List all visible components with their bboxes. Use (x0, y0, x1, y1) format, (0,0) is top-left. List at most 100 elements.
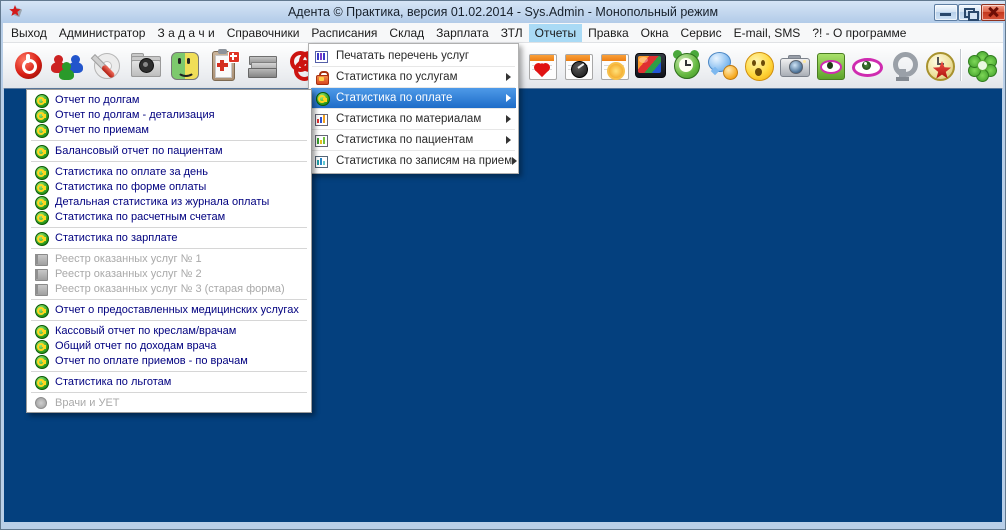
submenu-item-label: Статистика по льготам (55, 376, 171, 388)
submenu-item-label: Балансовый отчет по пациентам (55, 145, 223, 157)
menu-item-label: Статистика по пациентам (336, 134, 506, 146)
menu-windows[interactable]: Окна (635, 24, 675, 42)
alarm-star-button[interactable] (921, 47, 955, 84)
patients-chart-icon (315, 134, 328, 147)
submenu-item-payment-per-day[interactable]: Статистика по оплате за день (29, 164, 309, 179)
tv-button[interactable] (633, 47, 667, 84)
video-folder-icon (129, 49, 162, 82)
exit-button[interactable] (11, 47, 45, 84)
menu-item-label: Печатать перечень услуг (336, 50, 511, 62)
menu-about[interactable]: ?! - О программе (806, 24, 912, 42)
registry-book-icon (34, 282, 47, 295)
menu-schedules[interactable]: Расписания (305, 24, 383, 42)
menu-warehouse[interactable]: Склад (383, 24, 430, 42)
calendar-heart-icon (526, 49, 559, 82)
report-key-icon (34, 354, 47, 367)
submenu-item-balance-report[interactable]: Балансовый отчет по пациентам (29, 143, 309, 158)
chat-button[interactable] (705, 47, 739, 84)
menu-item-label: Статистика по услугам (336, 71, 506, 83)
menu-exit[interactable]: Выход (5, 24, 53, 42)
restore-button[interactable] (958, 4, 982, 21)
tools-button[interactable] (89, 47, 123, 84)
report-key-icon (34, 303, 47, 316)
icq-button[interactable] (965, 47, 999, 84)
titlebar[interactable]: Адента © Практика, версия 01.02.2014 - S… (1, 1, 1005, 23)
submenu-item-doctors-uet[interactable]: Врачи и УЕТ (29, 395, 309, 410)
medical-records-button[interactable] (206, 47, 240, 84)
window-title: Адента © Практика, версия 01.02.2014 - S… (1, 5, 1005, 19)
figures-icon (51, 49, 84, 82)
menu-administrator[interactable]: Администратор (53, 24, 152, 42)
payment-submenu: Отчет по долгам Отчет по долгам - детали… (26, 89, 312, 413)
minimize-button[interactable] (934, 4, 958, 21)
calendar-gauge-button[interactable] (561, 47, 595, 84)
submenu-item-label: Реестр оказанных услуг № 3 (старая форма… (55, 283, 285, 295)
submenu-item-visit-payment-by-doctor[interactable]: Отчет по оплате приемов - по врачам (29, 353, 309, 368)
emoji-button[interactable] (741, 47, 775, 84)
books-button[interactable] (245, 47, 279, 84)
menu-item-services-stats[interactable]: Статистика по услугам (311, 67, 516, 87)
medical-clipboard-icon (207, 49, 240, 82)
submenu-item-medical-services-report[interactable]: Отчет о предоставленных медицинских услу… (29, 302, 309, 317)
calendar-gauge-icon (562, 49, 595, 82)
submenu-item-registry-2[interactable]: Реестр оказанных услуг № 2 (29, 266, 309, 281)
calendar-sun-button[interactable] (597, 47, 631, 84)
submenu-item-payment-form[interactable]: Статистика по форме оплаты (29, 179, 309, 194)
submenu-item-debts-detail[interactable]: Отчет по долгам - детализация (29, 107, 309, 122)
submenu-item-benefits-stats[interactable]: Статистика по льготам (29, 374, 309, 389)
appointments-chart-icon (315, 155, 328, 168)
app-logo-icon (7, 4, 23, 20)
submenu-item-label: Отчет по приемам (55, 124, 149, 136)
submenu-item-payment-journal-detail[interactable]: Детальная статистика из журнала оплаты (29, 194, 309, 209)
submenu-item-registry-3[interactable]: Реестр оказанных услуг № 3 (старая форма… (29, 281, 309, 296)
menu-item-materials-stats[interactable]: Статистика по материалам (311, 109, 516, 129)
gear-button[interactable] (885, 47, 919, 84)
menu-service[interactable]: Сервис (675, 24, 728, 42)
menu-item-patients-stats[interactable]: Статистика по пациентам (311, 130, 516, 150)
submenu-item-salary-stats[interactable]: Статистика по зарплате (29, 230, 309, 245)
app-window: Адента © Практика, версия 01.02.2014 - S… (0, 0, 1006, 530)
report-key-icon (34, 375, 47, 388)
menu-item-appointments-stats[interactable]: Статистика по записям на прием (311, 151, 516, 171)
submenu-item-debts-report[interactable]: Отчет по долгам (29, 92, 309, 107)
tools-icon (90, 49, 123, 82)
submenu-item-label: Статистика по расчетным счетам (55, 211, 225, 223)
menu-edit[interactable]: Правка (582, 24, 635, 42)
submenu-item-label: Статистика по зарплате (55, 232, 178, 244)
report-key-icon (34, 123, 47, 136)
gear-gray-icon (886, 49, 919, 82)
alarm-clock-button[interactable] (669, 47, 703, 84)
administrator-button[interactable] (50, 47, 84, 84)
submenu-item-registry-1[interactable]: Реестр оказанных услуг № 1 (29, 251, 309, 266)
tv-screen-icon (634, 49, 667, 82)
submenu-item-settlement-accounts[interactable]: Статистика по расчетным счетам (29, 209, 309, 224)
video-folder-button[interactable] (128, 47, 162, 84)
menu-item-print-services[interactable]: Печатать перечень услуг (311, 46, 516, 66)
camera-button[interactable] (777, 47, 811, 84)
alarm-star-icon (922, 49, 955, 82)
submenu-item-label: Врачи и УЕТ (55, 397, 120, 409)
menu-item-label: Статистика по записям на прием (336, 155, 512, 167)
submenu-arrow-icon (506, 115, 511, 123)
menu-item-payment-stats[interactable]: Статистика по оплате (311, 88, 516, 108)
calendar-sun-icon (598, 49, 631, 82)
menu-item-label: Статистика по материалам (336, 113, 506, 125)
services-bag-icon (315, 71, 328, 84)
finder-button[interactable] (167, 47, 201, 84)
chat-bubbles-icon (706, 49, 739, 82)
close-button[interactable] (981, 4, 1006, 21)
eye-button[interactable] (849, 47, 883, 84)
submenu-item-visits-report[interactable]: Отчет по приемам (29, 122, 309, 137)
submenu-item-doctor-income[interactable]: Общий отчет по доходам врача (29, 338, 309, 353)
eye-framed-button[interactable] (813, 47, 847, 84)
menu-directories[interactable]: Справочники (221, 24, 306, 42)
emoji-face-icon (742, 49, 775, 82)
calendar-heart-button[interactable] (525, 47, 559, 84)
menu-ztl[interactable]: ЗТЛ (495, 24, 529, 42)
menu-tasks[interactable]: З а д а ч и (151, 24, 220, 42)
submenu-item-cash-report-chairs[interactable]: Кассовый отчет по креслам/врачам (29, 323, 309, 338)
menu-email-sms[interactable]: E-mail, SMS (728, 24, 807, 42)
menu-reports[interactable]: Отчеты (529, 24, 582, 42)
submenu-item-label: Отчет о предоставленных медицинских услу… (55, 304, 299, 316)
menu-salary[interactable]: Зарплата (430, 24, 495, 42)
